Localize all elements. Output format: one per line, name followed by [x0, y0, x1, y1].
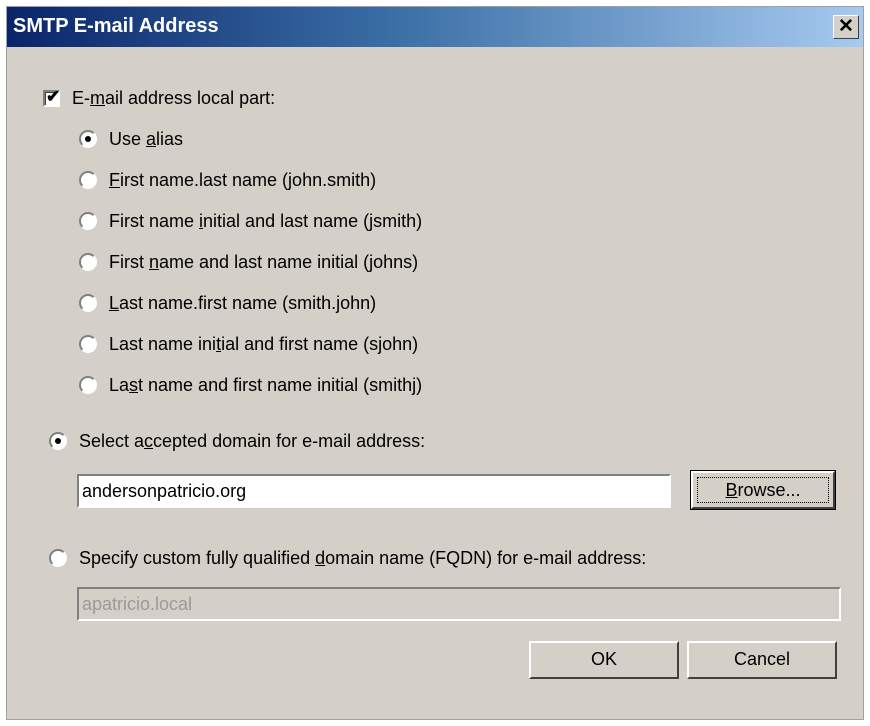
local-part-label: E-mail address local part: — [72, 87, 276, 108]
last-initial-first-label: Last name initial and first name (sjohn) — [109, 333, 419, 354]
smtp-email-address-dialog: SMTP E-mail Address ✕ ✔ E-mail address l… — [6, 6, 864, 720]
option-first-last-initial[interactable]: First name and last name initial (johns) — [79, 247, 418, 277]
radio-selected-dot — [55, 438, 61, 444]
dialog-title: SMTP E-mail Address — [13, 15, 219, 37]
use-alias-radio[interactable] — [79, 130, 97, 148]
option-last-initial-first[interactable]: Last name initial and first name (sjohn) — [79, 329, 418, 359]
first-last-initial-radio[interactable] — [79, 253, 97, 271]
last-dot-first-radio[interactable] — [79, 294, 97, 312]
checkmark-icon: ✔ — [46, 86, 61, 106]
accepted-domain-radio[interactable] — [49, 432, 67, 450]
option-last-dot-first[interactable]: Last name.first name (smith.john) — [79, 288, 376, 318]
option-first-dot-last[interactable]: First name.last name (john.smith) — [79, 165, 376, 195]
option-use-alias[interactable]: Use alias — [79, 124, 183, 154]
close-icon: ✕ — [838, 16, 854, 37]
option-last-first-initial[interactable]: Last name and first name initial (smithj… — [79, 370, 422, 400]
local-part-checkbox-row[interactable]: ✔ E-mail address local part: — [43, 83, 275, 113]
custom-fqdn-radio[interactable] — [49, 549, 67, 567]
last-initial-first-radio[interactable] — [79, 335, 97, 353]
last-first-initial-radio[interactable] — [79, 376, 97, 394]
custom-fqdn-label: Specify custom fully qualified domain na… — [79, 547, 647, 568]
close-button[interactable]: ✕ — [833, 15, 859, 39]
radio-selected-dot — [85, 136, 91, 142]
browse-button-label: Browse... — [697, 477, 829, 503]
local-part-checkbox[interactable]: ✔ — [43, 86, 61, 107]
custom-fqdn-field[interactable]: apatricio.local — [77, 587, 841, 621]
first-dot-last-label: First name.last name (john.smith) — [109, 169, 377, 190]
first-dot-last-radio[interactable] — [79, 171, 97, 189]
browse-button[interactable]: Browse... — [690, 470, 836, 510]
first-initial-last-label: First name initial and last name (jsmith… — [109, 210, 423, 231]
cancel-button[interactable]: Cancel — [687, 641, 837, 679]
ok-button[interactable]: OK — [529, 641, 679, 679]
first-last-initial-label: First name and last name initial (johns) — [109, 251, 419, 272]
first-initial-last-radio[interactable] — [79, 212, 97, 230]
accepted-domain-option[interactable]: Select accepted domain for e-mail addres… — [49, 426, 425, 456]
title-bar[interactable]: SMTP E-mail Address ✕ — [7, 7, 863, 47]
use-alias-label: Use alias — [109, 128, 184, 149]
option-first-initial-last[interactable]: First name initial and last name (jsmith… — [79, 206, 422, 236]
custom-fqdn-option[interactable]: Specify custom fully qualified domain na… — [49, 543, 646, 573]
accepted-domain-label: Select accepted domain for e-mail addres… — [79, 430, 426, 451]
last-dot-first-label: Last name.first name (smith.john) — [109, 292, 377, 313]
accepted-domain-field[interactable]: andersonpatricio.org — [77, 474, 671, 508]
last-first-initial-label: Last name and first name initial (smithj… — [109, 374, 423, 395]
